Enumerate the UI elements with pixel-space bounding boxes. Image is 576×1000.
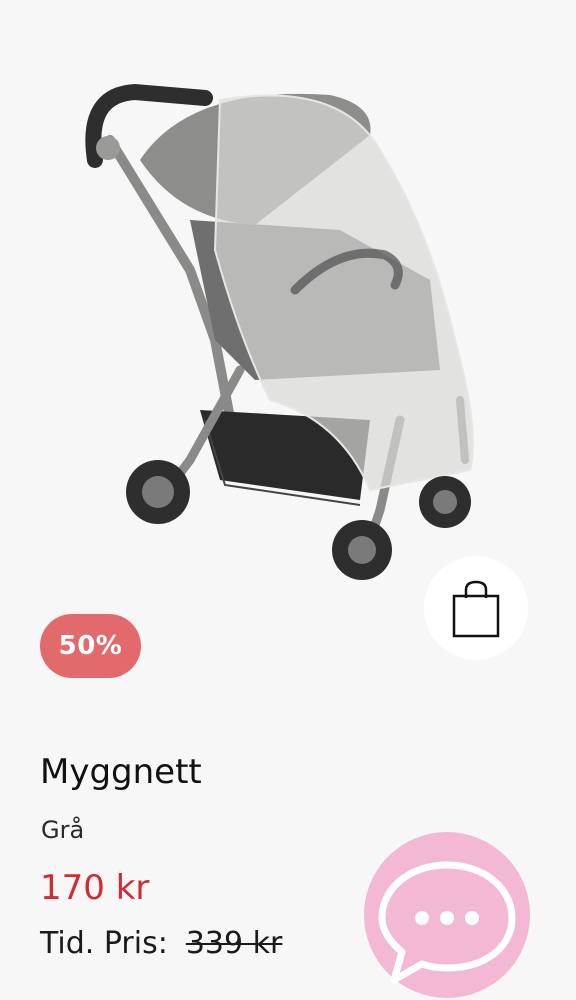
product-image[interactable] <box>40 40 540 620</box>
product-card: 50% Myggnett Grå 170 kr Tid. Pris: 339 k… <box>0 0 576 1000</box>
product-title[interactable]: Myggnett <box>40 752 202 792</box>
chat-bubble-icon <box>378 861 516 984</box>
product-price: 170 kr <box>40 868 150 908</box>
discount-badge: 50% <box>40 614 141 678</box>
previous-price-label: Tid. Pris: <box>40 926 168 961</box>
previous-price-value: 339 kr <box>185 926 283 961</box>
chat-button[interactable] <box>364 832 530 998</box>
add-to-cart-button[interactable] <box>424 556 528 660</box>
shopping-bag-icon <box>452 580 500 638</box>
product-variant: Grå <box>41 816 85 844</box>
previous-price-row: Tid. Pris: 339 kr <box>40 926 282 961</box>
